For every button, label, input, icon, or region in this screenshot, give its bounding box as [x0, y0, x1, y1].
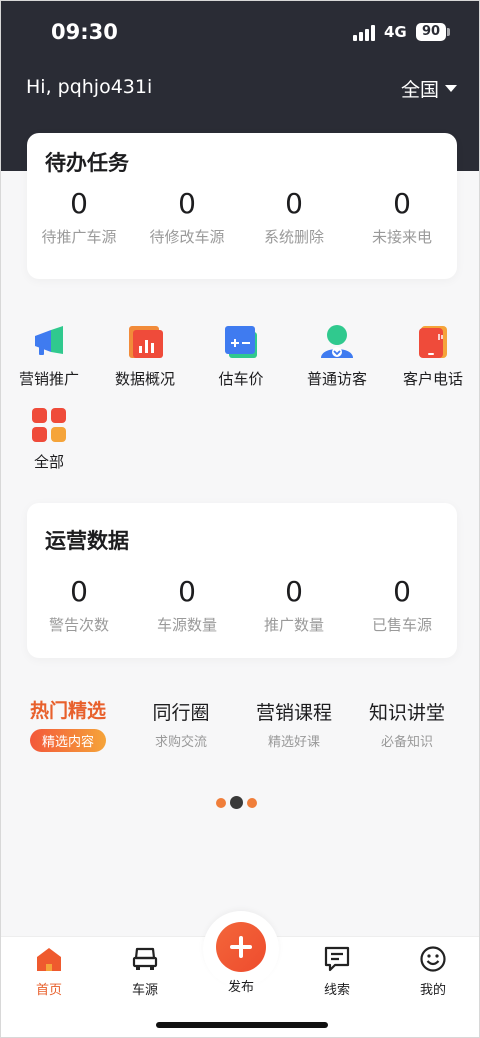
tab-cars[interactable]: 车源 — [105, 945, 185, 998]
page-dot[interactable] — [216, 797, 226, 808]
shortcut-visitors[interactable]: 普通访客 — [289, 324, 385, 389]
ops-item-promotion-count[interactable]: 0 推广数量 — [240, 575, 348, 635]
app-screen: 09:30 4G 90 Hi, pqhjo431i 全国 待办任务 0 待推广车… — [0, 0, 480, 1038]
shortcut-label: 数据概况 — [114, 370, 175, 388]
topic-title: 热门精选 — [29, 700, 106, 722]
shortcut-label: 全部 — [33, 453, 64, 471]
stat-label: 已售车源 — [371, 616, 432, 634]
tab-marketing-courses[interactable]: 营销课程 精选好课 — [249, 698, 339, 750]
ops-item-car-count[interactable]: 0 车源数量 — [133, 575, 241, 635]
topic-subtitle: 精选好课 — [267, 735, 320, 750]
tab-label: 我的 — [419, 983, 446, 998]
stat-value: 0 — [70, 575, 88, 608]
status-bar: 09:30 4G 90 — [1, 1, 479, 65]
signal-icon — [353, 25, 377, 41]
stat-value: 0 — [393, 575, 411, 608]
stat-label: 警告次数 — [48, 616, 109, 634]
page-indicator — [216, 796, 257, 809]
smiley-icon — [419, 945, 447, 973]
shortcut-label: 估车价 — [218, 370, 264, 388]
region-selector[interactable]: 全国 — [401, 75, 458, 102]
region-label: 全国 — [401, 79, 440, 101]
shortcut-marketing[interactable]: 营销推广 — [1, 324, 97, 389]
stat-value: 0 — [285, 575, 303, 608]
ops-item-sold-cars[interactable]: 0 已售车源 — [348, 575, 456, 635]
topic-subtitle: 必备知识 — [380, 735, 433, 750]
shortcut-all[interactable]: 全部 — [1, 407, 97, 472]
stat-label: 未接来电 — [371, 228, 432, 246]
car-icon — [131, 945, 159, 973]
stat-value: 0 — [285, 187, 303, 220]
home-icon — [35, 945, 63, 973]
caret-down-icon — [445, 85, 458, 92]
shortcut-label: 客户电话 — [402, 370, 463, 388]
megaphone-icon — [31, 324, 67, 360]
stat-label: 推广数量 — [263, 616, 324, 634]
tab-label: 首页 — [35, 983, 62, 998]
publish-label: 发布 — [227, 980, 254, 995]
battery-icon: 90 — [416, 23, 446, 41]
greeting: Hi, pqhjo431i — [26, 76, 153, 98]
page-dot[interactable] — [247, 797, 257, 808]
todo-item-pending-edit[interactable]: 0 待修改车源 — [133, 187, 241, 247]
todo-item-missed-calls[interactable]: 0 未接来电 — [348, 187, 456, 247]
shortcut-label: 普通访客 — [306, 370, 367, 388]
operations-card: 运营数据 0 警告次数 0 车源数量 0 推广数量 0 已售车源 — [27, 503, 457, 658]
visitor-icon — [319, 324, 355, 360]
bar-chart-icon — [127, 324, 163, 360]
topic-title: 同行圈 — [152, 702, 210, 724]
tab-hot-picks[interactable]: 热门精选 精选内容 — [23, 696, 113, 752]
network-type: 4G — [384, 23, 407, 41]
tab-knowledge-hall[interactable]: 知识讲堂 必备知识 — [362, 698, 452, 750]
ops-item-warnings[interactable]: 0 警告次数 — [25, 575, 133, 635]
tab-label: 车源 — [131, 983, 158, 998]
stat-label: 车源数量 — [156, 616, 217, 634]
tab-label: 线索 — [323, 983, 350, 998]
stat-label: 待推广车源 — [41, 228, 117, 246]
topic-title: 营销课程 — [255, 702, 332, 724]
shortcut-customer-phone[interactable]: 客户电话 — [385, 324, 479, 389]
shortcut-label: 营销推广 — [18, 370, 79, 388]
home-indicator — [156, 1022, 328, 1028]
todo-title: 待办任务 — [45, 151, 129, 175]
shortcut-data-overview[interactable]: 数据概况 — [97, 324, 193, 389]
calculator-icon — [223, 324, 259, 360]
grid-icon — [31, 407, 67, 443]
stat-value: 0 — [178, 575, 196, 608]
tab-mine[interactable]: 我的 — [393, 945, 473, 998]
publish-button[interactable] — [216, 922, 266, 972]
phone-icon — [415, 324, 451, 360]
stat-label: 待修改车源 — [149, 228, 225, 246]
stat-value: 0 — [70, 187, 88, 220]
shortcut-car-valuation[interactable]: 估车价 — [193, 324, 289, 389]
tab-home[interactable]: 首页 — [9, 945, 89, 998]
stat-value: 0 — [178, 187, 196, 220]
tab-leads[interactable]: 线索 — [297, 945, 377, 998]
topic-subtitle-pill: 精选内容 — [29, 729, 106, 752]
operations-title: 运营数据 — [45, 529, 129, 553]
todo-item-pending-promotion[interactable]: 0 待推广车源 — [25, 187, 133, 247]
battery-cap — [447, 28, 450, 36]
todo-card: 待办任务 0 待推广车源 0 待修改车源 0 系统删除 0 未接来电 — [27, 133, 457, 279]
page-dot-active[interactable] — [230, 796, 243, 809]
topic-title: 知识讲堂 — [368, 702, 445, 724]
todo-item-system-deleted[interactable]: 0 系统删除 — [240, 187, 348, 247]
stat-label: 系统删除 — [263, 228, 324, 246]
topic-subtitle: 求购交流 — [154, 735, 207, 750]
message-icon — [323, 945, 351, 973]
tab-peer-circle[interactable]: 同行圈 求购交流 — [136, 698, 226, 750]
status-time: 09:30 — [51, 20, 118, 44]
stat-value: 0 — [393, 187, 411, 220]
